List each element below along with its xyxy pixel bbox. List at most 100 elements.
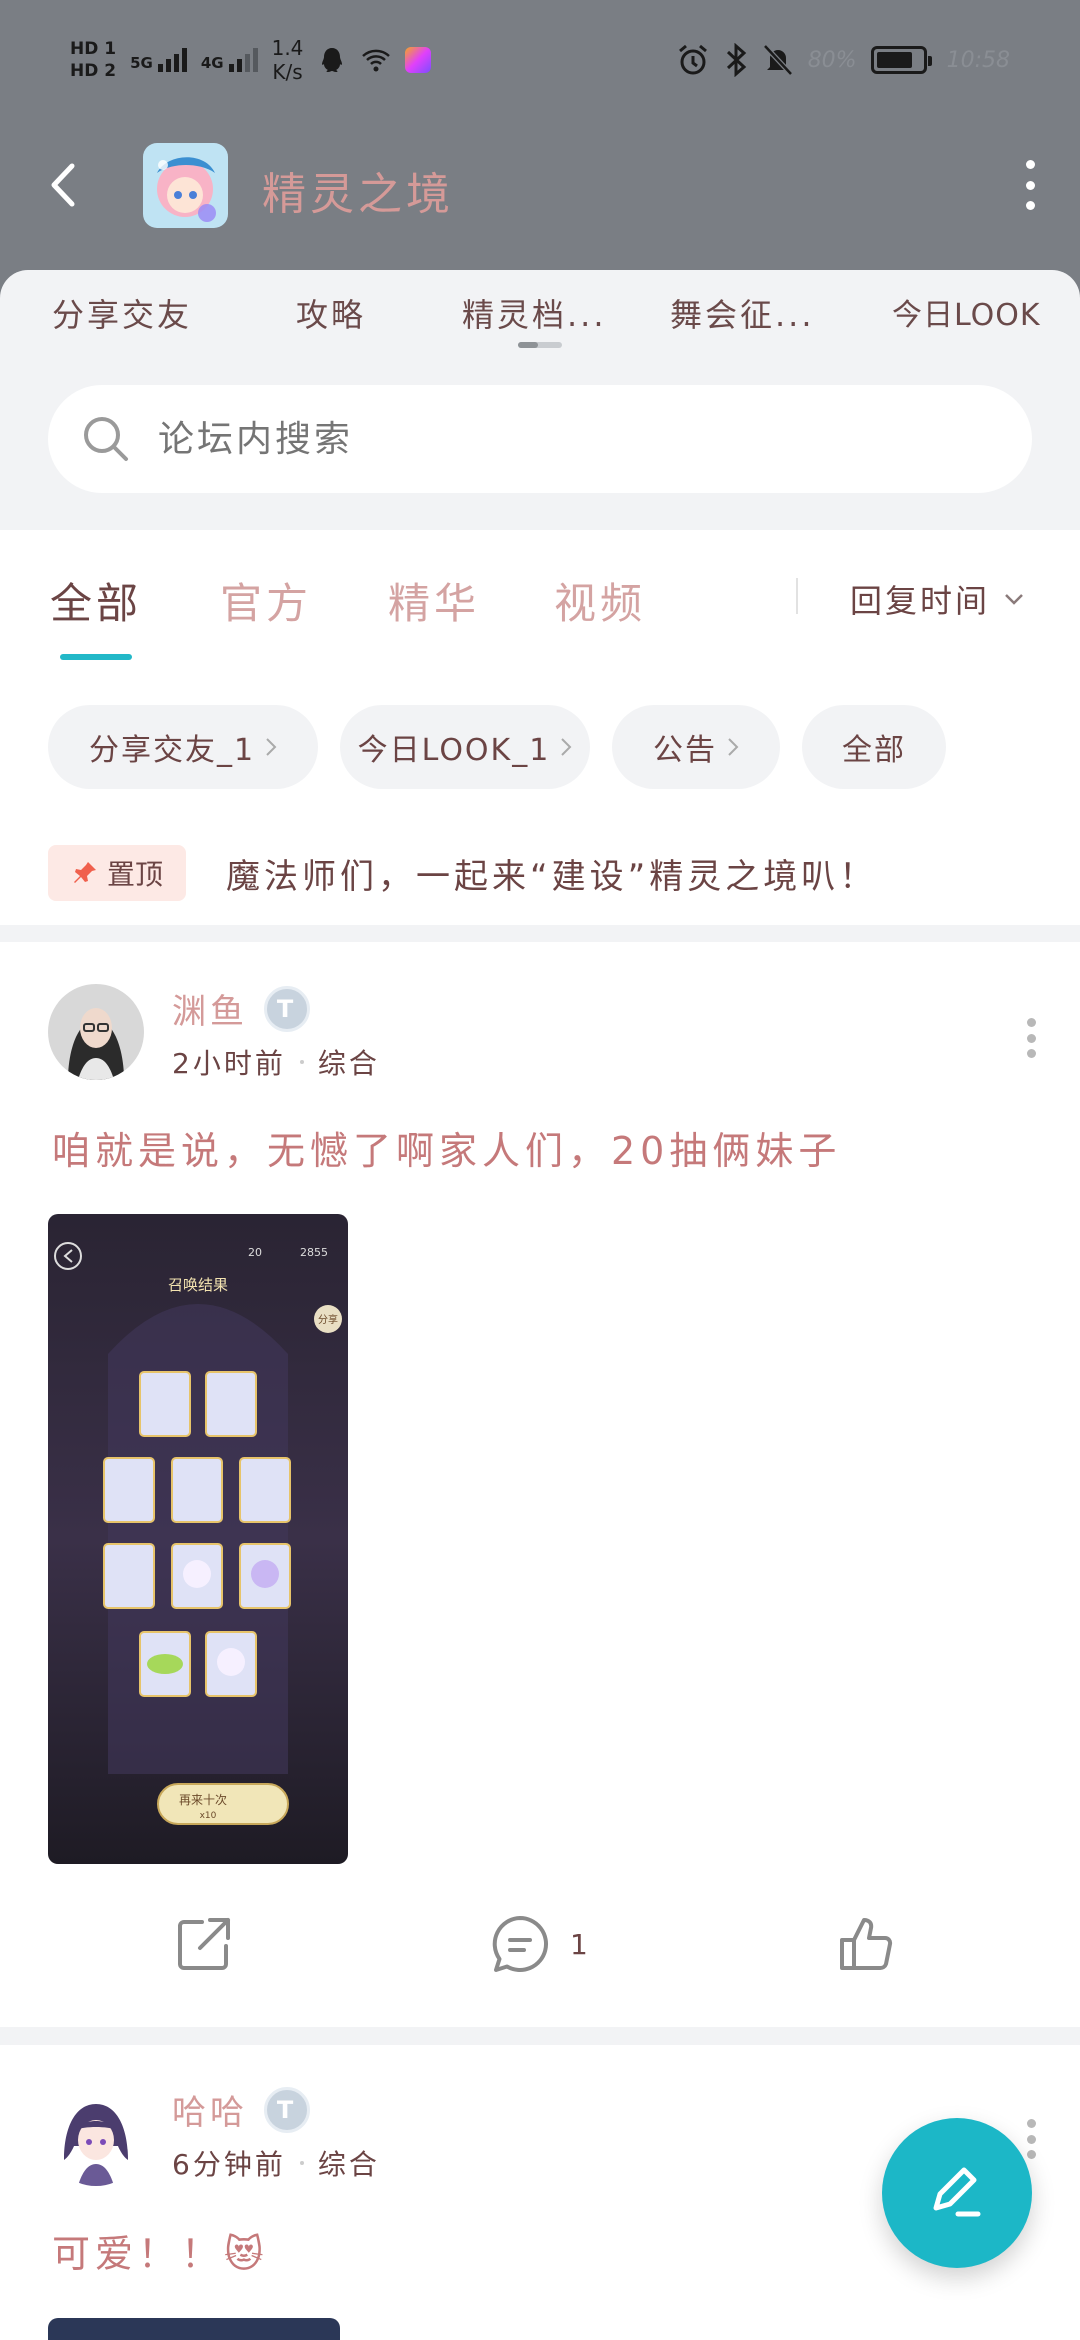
nav-bar: 精灵之境 — [0, 140, 1080, 230]
username-label: 哈哈 — [172, 2093, 248, 2133]
comment-button[interactable]: 1 — [488, 1912, 588, 1976]
post-image[interactable]: 20 2855 召唤结果 分享 再来十次 x10 — [48, 1214, 348, 1864]
pinned-title: 魔法师们，一起来“建设”精灵之境叭！ — [226, 856, 878, 897]
post-time: 6分钟前 — [172, 2148, 286, 2181]
category-tab-guide[interactable]: 攻略 — [296, 290, 366, 336]
speed-unit: K/s — [272, 60, 303, 84]
hd-indicator: HD 1 HD 2 — [70, 38, 116, 82]
net2-label: 4G — [200, 54, 224, 72]
image-button: 再来十次 — [179, 1793, 227, 1807]
post-meta: 2小时前 综合 — [172, 1042, 380, 1082]
chip-label: 公告 — [653, 733, 717, 768]
post-more-icon[interactable] — [1026, 1018, 1036, 1058]
tab-official[interactable]: 官方 — [220, 570, 312, 631]
pin-icon — [73, 862, 96, 883]
divider — [796, 578, 798, 614]
category-tab-share[interactable]: 分享交友 — [52, 290, 192, 336]
post-more-icon[interactable] — [1026, 2119, 1036, 2159]
sort-dropdown[interactable]: 回复时间 — [850, 576, 1024, 622]
level-badge: T — [264, 2086, 310, 2133]
image-currency1: 20 — [248, 1246, 262, 1259]
back-arrow-icon[interactable] — [40, 160, 90, 210]
post-actions: 1 — [0, 1902, 1080, 1992]
post-category: 综合 — [317, 2148, 380, 2181]
category-tabs: 分享交友 攻略 精灵档... 舞会征... 今日LOOK — [0, 280, 1080, 350]
chip-label: 今日LOOK_1 — [357, 733, 551, 768]
search-bar[interactable] — [48, 385, 1032, 493]
image-share: 分享 — [318, 1313, 338, 1326]
search-icon — [84, 417, 128, 461]
scroll-indicator — [518, 342, 562, 348]
net1-label: 5G — [130, 54, 153, 72]
image-title: 召唤结果 — [168, 1276, 228, 1294]
clock: 10:58 — [946, 47, 1010, 73]
chevron-right-icon — [561, 738, 572, 756]
chevron-down-icon — [1005, 594, 1023, 605]
post-category: 综合 — [317, 1047, 380, 1080]
speed-value: 1.4 — [271, 36, 304, 60]
post-card[interactable]: 渊鱼 T 2小时前 综合 咱就是说，无憾了啊家人们，20抽俩妹子 20 2855… — [0, 942, 1080, 2027]
network-speed: 1.4 K/s — [272, 36, 304, 84]
signal-4g-icon: 4G — [201, 48, 258, 72]
chevron-right-icon — [266, 738, 277, 756]
pen-icon — [933, 2167, 981, 2217]
compose-button[interactable] — [882, 2118, 1032, 2268]
level-badge: T — [264, 985, 310, 1032]
username-label: 渊鱼 — [172, 992, 248, 1032]
battery-percent: 80% — [807, 47, 857, 73]
post-text: 可爱！！😻 — [52, 2232, 269, 2276]
pinned-badge: 置顶 — [48, 845, 186, 901]
status-bar: HD 1 HD 2 5G 4G 1.4 K/s 80% 10:58 — [70, 30, 1010, 90]
tab-all[interactable]: 全部 — [50, 570, 142, 631]
chip-announcement[interactable]: 公告 — [612, 705, 780, 789]
tab-indicator — [60, 654, 132, 660]
battery-icon — [870, 46, 932, 74]
forum-sheet: 分享交友 攻略 精灵档... 舞会征... 今日LOOK — [0, 270, 1080, 530]
image-currency2: 2855 — [300, 1246, 328, 1259]
app-notification-icon — [405, 47, 432, 73]
image-cost: x10 — [200, 1811, 217, 1821]
thumbs-up-icon — [840, 1918, 893, 1970]
hd1-label: HD 1 — [70, 39, 117, 59]
chip-today-look[interactable]: 今日LOOK_1 — [340, 705, 590, 789]
pinned-post[interactable]: 置顶 魔法师们，一起来“建设”精灵之境叭！ — [48, 845, 1048, 901]
app-avatar[interactable] — [143, 143, 228, 228]
qq-icon — [322, 48, 343, 72]
search-input[interactable] — [158, 418, 606, 460]
tab-video[interactable]: 视频 — [554, 570, 646, 631]
avatar[interactable] — [48, 2090, 144, 2186]
comment-count: 1 — [570, 1927, 588, 1961]
chip-share-friends[interactable]: 分享交友_1 — [48, 705, 318, 789]
bluetooth-icon — [726, 43, 746, 77]
category-tab-dance[interactable]: 舞会征... — [670, 290, 815, 336]
forum-title: 精灵之境 — [262, 169, 454, 220]
more-menu-icon[interactable] — [1020, 160, 1040, 210]
sort-label: 回复时间 — [850, 582, 991, 620]
like-button[interactable] — [834, 1912, 898, 1976]
app-header: HD 1 HD 2 5G 4G 1.4 K/s 80% 10:58 精灵之境 — [0, 0, 1080, 300]
chip-all[interactable]: 全部 — [802, 705, 946, 789]
pinned-badge-label: 置顶 — [106, 858, 163, 891]
alarm-icon — [678, 44, 707, 75]
post-time: 2小时前 — [172, 1047, 286, 1080]
category-tab-spirit-archive[interactable]: 精灵档... — [462, 290, 607, 336]
hd2-label: HD 2 — [70, 61, 117, 81]
wifi-icon — [362, 49, 391, 72]
share-button[interactable] — [172, 1912, 236, 1976]
avatar[interactable] — [48, 984, 144, 1080]
comment-icon — [492, 1916, 549, 1972]
post-meta: 6分钟前 综合 — [172, 2143, 380, 2183]
signal-5g-icon: 5G — [130, 48, 187, 72]
share-icon — [178, 1918, 230, 1970]
post-image[interactable] — [48, 2318, 340, 2340]
mute-bell-icon — [762, 44, 793, 76]
tab-featured[interactable]: 精华 — [388, 570, 480, 631]
chip-label: 全部 — [842, 733, 906, 768]
chevron-right-icon — [728, 738, 739, 756]
chip-label: 分享交友_1 — [88, 733, 256, 768]
filter-panel: 全部 官方 精华 视频 回复时间 分享交友_1 今日LOOK_1 公告 全部 置… — [0, 530, 1080, 925]
category-tab-look[interactable]: 今日LOOK — [892, 290, 1041, 334]
username[interactable]: 哈哈 T — [172, 2085, 310, 2134]
post-text: 咱就是说，无憾了啊家人们，20抽俩妹子 — [52, 1129, 842, 1173]
username[interactable]: 渊鱼 T — [172, 984, 310, 1033]
